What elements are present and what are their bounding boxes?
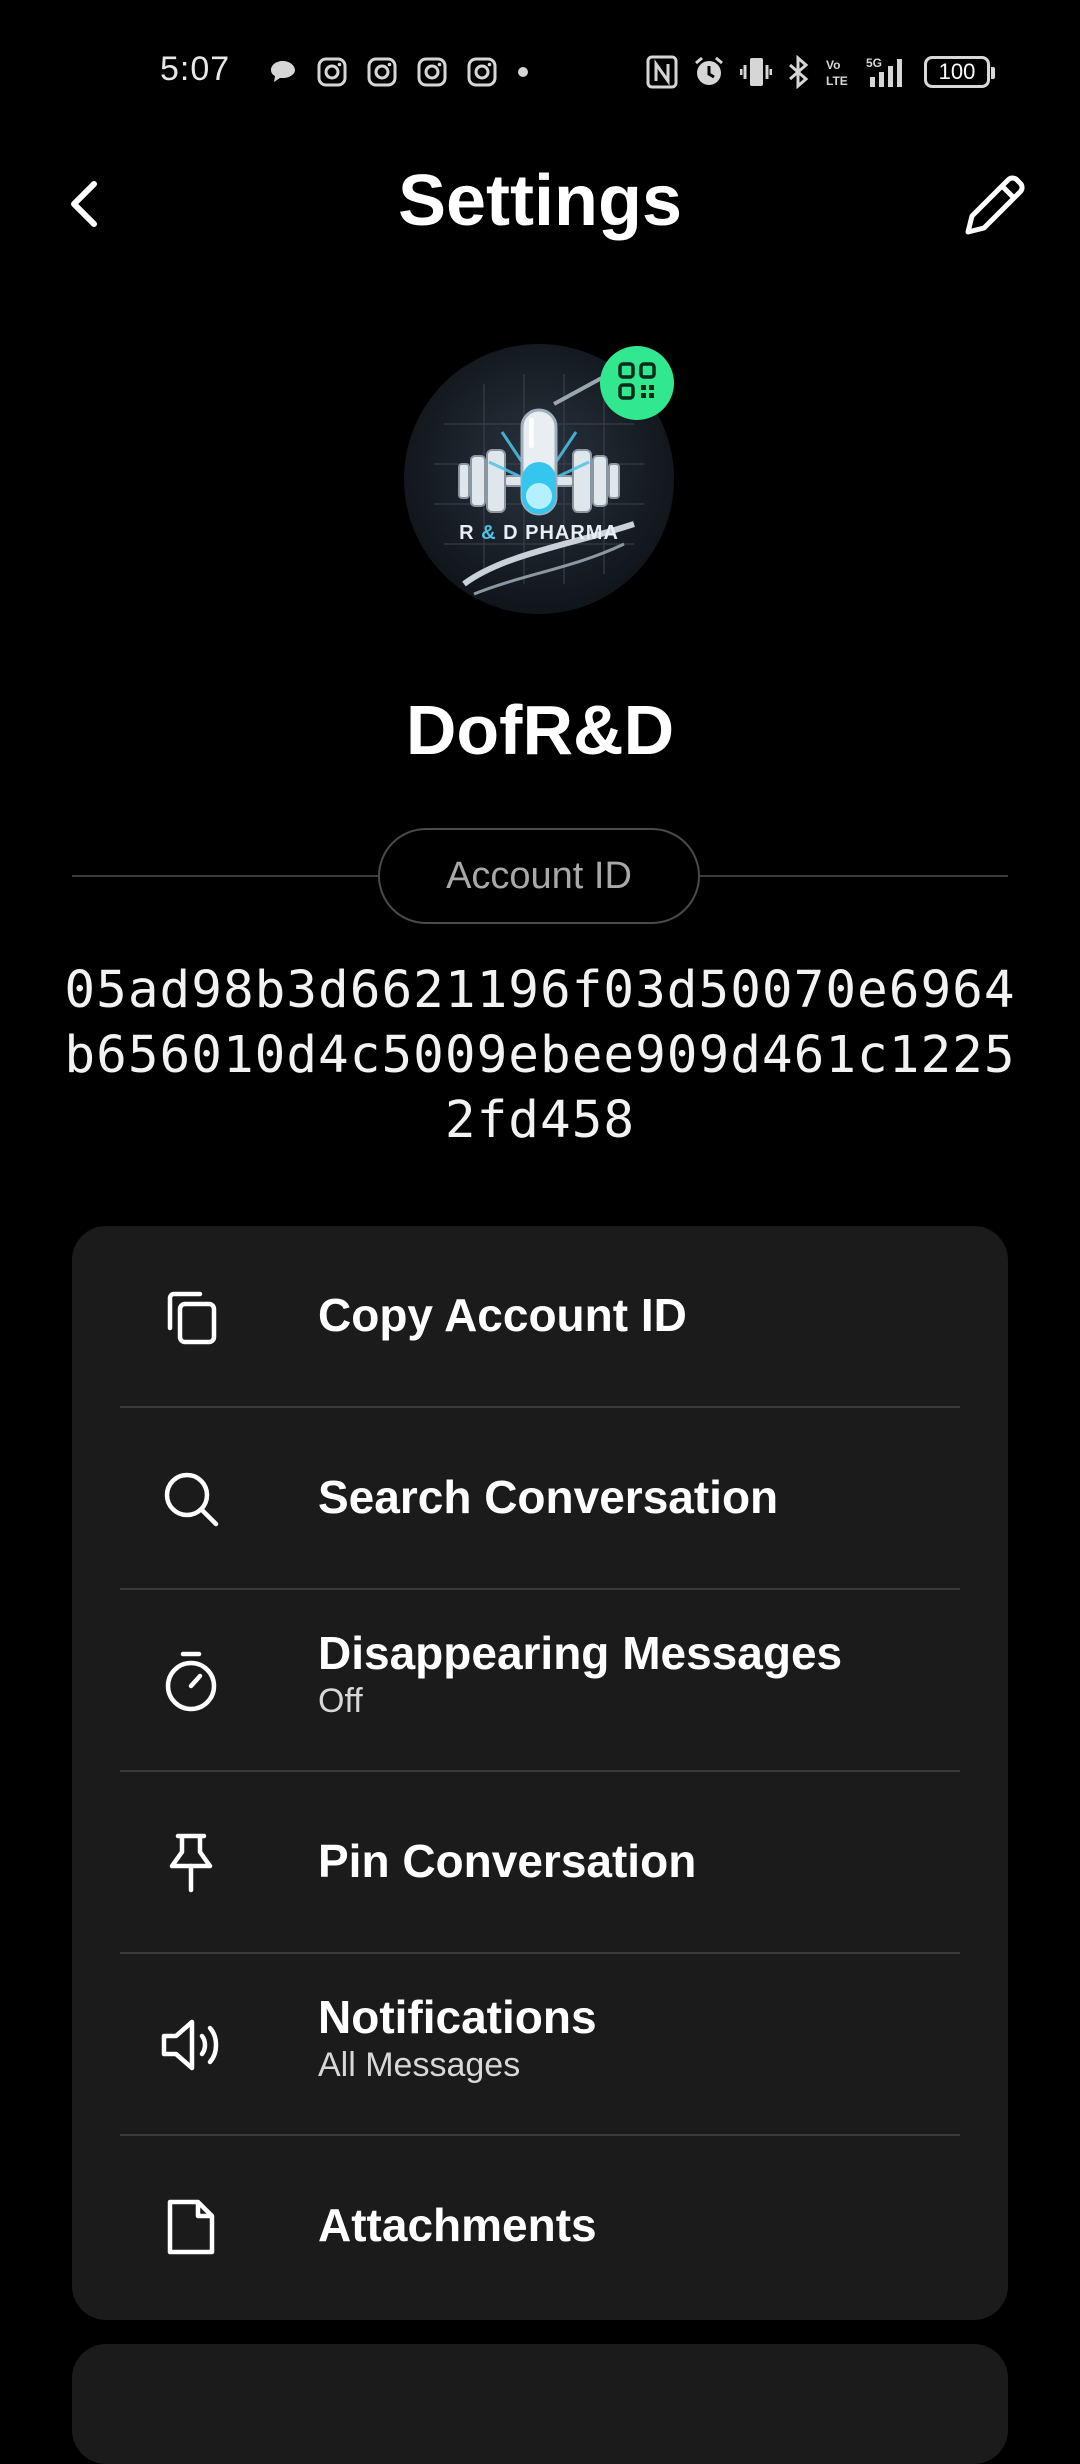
timer-icon bbox=[158, 1648, 224, 1714]
system-icons: Vo LTE 5G 100 bbox=[646, 52, 995, 92]
next-options-card bbox=[72, 2344, 1008, 2464]
battery-icon: 100 bbox=[924, 56, 995, 88]
menu-item-label: Disappearing Messages bbox=[318, 1627, 843, 1679]
status-bar: 5:07 Vo LTE 5G 100 bbox=[0, 0, 1080, 144]
account-id-label: Account ID bbox=[378, 828, 700, 924]
menu-item-label: Search Conversation bbox=[318, 1471, 779, 1523]
conversation-options-card: Copy Account ID Search Conversation Disa… bbox=[72, 1226, 1008, 2320]
menu-item-label: Notifications bbox=[318, 1991, 597, 2043]
pin-icon bbox=[158, 1830, 224, 1896]
instagram-icon bbox=[466, 56, 498, 88]
menu-item-label: Attachments bbox=[318, 2199, 597, 2251]
qr-code-icon bbox=[617, 361, 657, 406]
display-name: DofR&D bbox=[405, 691, 675, 769]
notifications-item[interactable]: Notifications All Messages bbox=[72, 1954, 1008, 2136]
page-title: Settings bbox=[397, 161, 683, 241]
bluetooth-icon bbox=[786, 55, 810, 89]
file-icon bbox=[158, 2194, 224, 2260]
app-bar: Settings bbox=[0, 140, 1080, 266]
notification-icons bbox=[268, 54, 530, 90]
status-time: 5:07 bbox=[160, 50, 231, 88]
instagram-icon bbox=[366, 56, 398, 88]
speaker-icon bbox=[158, 2012, 224, 2078]
alarm-icon bbox=[692, 55, 726, 89]
qr-code-button[interactable] bbox=[600, 346, 674, 420]
vibrate-icon bbox=[740, 55, 772, 89]
edit-button[interactable] bbox=[954, 166, 1034, 246]
copy-account-id-item[interactable]: Copy Account ID bbox=[72, 1226, 1008, 1408]
nfc-icon bbox=[646, 55, 678, 89]
search-conversation-item[interactable]: Search Conversation bbox=[72, 1408, 1008, 1590]
copy-icon bbox=[158, 1284, 224, 1350]
chat-bubble-icon bbox=[268, 57, 298, 87]
disappearing-messages-item[interactable]: Disappearing Messages Off bbox=[72, 1590, 1008, 1772]
account-id-header: Account ID bbox=[72, 828, 1008, 924]
instagram-icon bbox=[416, 56, 448, 88]
avatar-brand-text: R & D PHARMA bbox=[459, 522, 619, 544]
pin-conversation-item[interactable]: Pin Conversation bbox=[72, 1772, 1008, 1954]
menu-item-label: Copy Account ID bbox=[318, 1289, 687, 1341]
profile-avatar-container[interactable]: R & D PHARMA bbox=[404, 344, 674, 614]
account-id-value[interactable]: 05ad98b3d6621196f03d50070e6964b656010d4c… bbox=[60, 958, 1020, 1153]
svg-text:LTE: LTE bbox=[826, 74, 848, 88]
attachments-item[interactable]: Attachments bbox=[72, 2136, 1008, 2318]
svg-text:Vo: Vo bbox=[826, 58, 840, 72]
5g-signal-icon: 5G bbox=[866, 55, 910, 89]
volte-icon: Vo LTE bbox=[824, 55, 852, 89]
instagram-icon bbox=[316, 56, 348, 88]
search-icon bbox=[158, 1466, 224, 1532]
menu-item-value: Off bbox=[318, 1682, 363, 1720]
menu-item-label: Pin Conversation bbox=[318, 1835, 697, 1887]
pencil-icon bbox=[954, 175, 1034, 250]
dot-icon bbox=[516, 65, 530, 79]
menu-item-value: All Messages bbox=[318, 2046, 521, 2084]
svg-text:5G: 5G bbox=[866, 56, 882, 70]
